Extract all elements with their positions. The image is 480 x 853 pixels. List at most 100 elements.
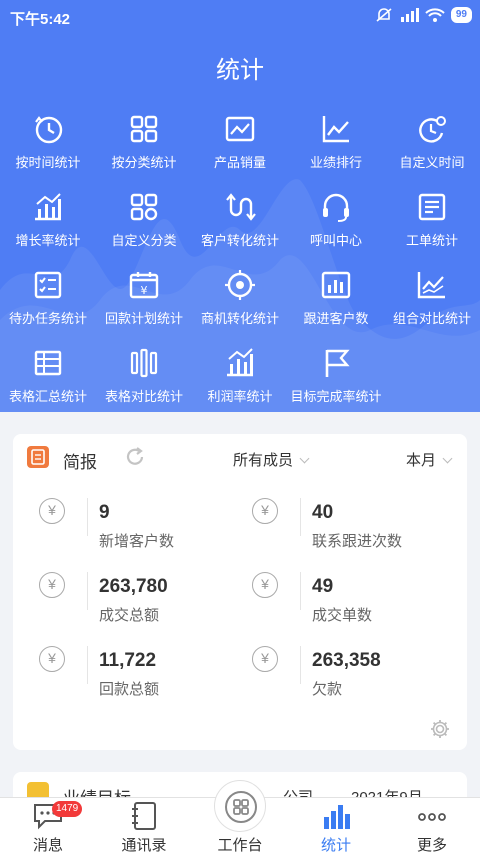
conversion-icon (226, 193, 256, 221)
bar-board-icon (321, 271, 351, 299)
tab-more[interactable]: 更多 (384, 798, 480, 853)
growth-bars-icon (35, 193, 61, 221)
status-time: 下午5:42 (10, 11, 71, 28)
grid-item-label: 客户转化统计 (200, 233, 279, 248)
stat-label: 回款总额 (99, 681, 160, 698)
stat-value: 263,780 (99, 576, 168, 597)
grid-item-ranking[interactable]: 业绩排行 (288, 112, 384, 171)
grid-gear-icon (130, 193, 158, 221)
grid-item-table-compare[interactable]: 表格对比统计 (96, 346, 192, 405)
tab-contacts[interactable]: 通讯录 (96, 798, 192, 853)
more-dots-icon (418, 813, 446, 821)
grid-item-label: 按时间统计 (15, 155, 81, 170)
grid-item-label: 目标完成率统计 (290, 389, 382, 404)
calendar-yen-icon: ¥ (129, 272, 159, 299)
brief-report-card: 简报 所有成员 本月 ¥ 9 新增客户数 ¥ 40 联系跟进次数 ¥ 263,7… (13, 434, 467, 750)
todo-list-icon (34, 271, 62, 299)
grid-item-call-center[interactable]: 呼叫中心 (288, 190, 384, 249)
clock-icon (35, 116, 63, 144)
grid-item-growth[interactable]: 增长率统计 (0, 190, 96, 249)
signal-icon (400, 8, 419, 22)
stat-deal-total[interactable]: ¥ 263,780 成交总额 (39, 572, 239, 632)
stat-label: 欠款 (312, 681, 343, 698)
image-chart-icon (225, 116, 255, 142)
grid-item-combo-compare[interactable]: 组合对比统计 (384, 268, 480, 327)
member-filter-dropdown[interactable]: 所有成员 (233, 449, 310, 470)
grid-item-target-completion[interactable]: 目标完成率统计 (288, 346, 384, 405)
tab-label: 消息 (32, 837, 63, 853)
stat-label: 成交总额 (99, 607, 160, 624)
grid-item-label: 商机转化统计 (200, 311, 279, 326)
tab-messages[interactable]: 1479 消息 (0, 798, 96, 853)
period-filter-dropdown[interactable]: 本月 (406, 449, 453, 470)
tab-label: 统计 (320, 837, 351, 853)
flag-icon (325, 349, 350, 377)
tab-stats[interactable]: 统计 (288, 798, 384, 853)
stat-payment-total[interactable]: ¥ 11,722 回款总额 (39, 646, 239, 706)
stat-deal-count[interactable]: ¥ 49 成交单数 (252, 572, 452, 632)
grid-item-label: 增长率统计 (15, 233, 81, 248)
svg-text:¥: ¥ (141, 284, 148, 297)
grid-item-by-category[interactable]: 按分类统计 (96, 112, 192, 171)
grid-item-todo[interactable]: 待办任务统计 (0, 268, 96, 327)
grid-item-opportunity-conversion[interactable]: 商机转化统计 (192, 268, 288, 327)
table-icon (34, 350, 62, 376)
headset-icon (323, 193, 349, 222)
combo-chart-icon (417, 272, 445, 299)
grid-item-custom-category[interactable]: 自定义分类 (96, 190, 192, 249)
stat-followups[interactable]: ¥ 40 联系跟进次数 (252, 498, 452, 558)
stat-new-customers[interactable]: ¥ 9 新增客户数 (39, 498, 239, 558)
workbench-center-button[interactable] (214, 780, 266, 832)
stat-value: 40 (312, 502, 334, 523)
tab-label: 更多 (416, 837, 447, 853)
stat-divider (300, 572, 301, 610)
grid-item-profit-rate[interactable]: 利润率统计 (192, 346, 288, 405)
grid-item-label: 组合对比统计 (392, 311, 471, 326)
profit-bars-icon (227, 348, 253, 377)
grid-item-product-sales[interactable]: 产品销量 (192, 112, 288, 171)
page-title: 统计 (216, 57, 264, 84)
workbench-grid-icon (225, 791, 257, 823)
grid-item-label: 业绩排行 (309, 155, 362, 170)
grid-item-label: 跟进客户数 (303, 311, 369, 326)
grid-item-payment-plan[interactable]: ¥ 回款计划统计 (96, 268, 192, 327)
stat-arrears[interactable]: ¥ 263,358 欠款 (252, 646, 452, 706)
wifi-icon (425, 8, 445, 22)
stat-value: 49 (312, 576, 334, 597)
report-doc-icon (27, 446, 49, 468)
unread-badge: 1479 (52, 801, 83, 817)
grid-item-custom-time[interactable]: 自定义时间 (384, 112, 480, 171)
grid-item-followup-customers[interactable]: 跟进客户数 (288, 268, 384, 327)
grid-item-tickets[interactable]: 工单统计 (384, 190, 480, 249)
category-grid-icon (130, 115, 158, 143)
grid-item-customer-conversion[interactable]: 客户转化统计 (192, 190, 288, 249)
clock-gear-icon (419, 116, 446, 143)
yen-coin-icon: ¥ (39, 572, 65, 598)
stat-label: 联系跟进次数 (312, 533, 403, 550)
settings-gear-icon[interactable] (429, 718, 451, 740)
grid-item-label: 产品销量 (213, 155, 266, 170)
chevron-down-icon (299, 453, 310, 464)
stat-divider (87, 572, 88, 610)
refresh-icon[interactable] (124, 446, 146, 468)
status-bar: 下午5:42 99 (0, 0, 480, 32)
yen-coin-icon: ¥ (252, 572, 278, 598)
grid-item-label: 工单统计 (405, 233, 458, 248)
stat-label: 新增客户数 (99, 533, 175, 550)
grid-item-table-summary[interactable]: 表格汇总统计 (0, 346, 96, 405)
address-book-icon (132, 802, 156, 830)
yen-coin-icon: ¥ (252, 646, 278, 672)
tab-label: 通讯录 (121, 837, 167, 853)
grid-item-label: 自定义时间 (399, 155, 465, 170)
target-icon (225, 270, 255, 300)
grid-item-label: 表格对比统计 (104, 389, 183, 404)
ticket-doc-icon (418, 193, 446, 221)
compare-columns-icon (130, 348, 158, 378)
grid-item-by-time[interactable]: 按时间统计 (0, 112, 96, 171)
grid-item-label: 自定义分类 (111, 233, 177, 248)
chevron-down-icon (442, 453, 453, 464)
card-title: 简报 (63, 453, 97, 472)
grid-item-label: 呼叫中心 (309, 233, 362, 248)
stat-divider (87, 498, 88, 536)
grid-item-label: 表格汇总统计 (8, 389, 87, 404)
